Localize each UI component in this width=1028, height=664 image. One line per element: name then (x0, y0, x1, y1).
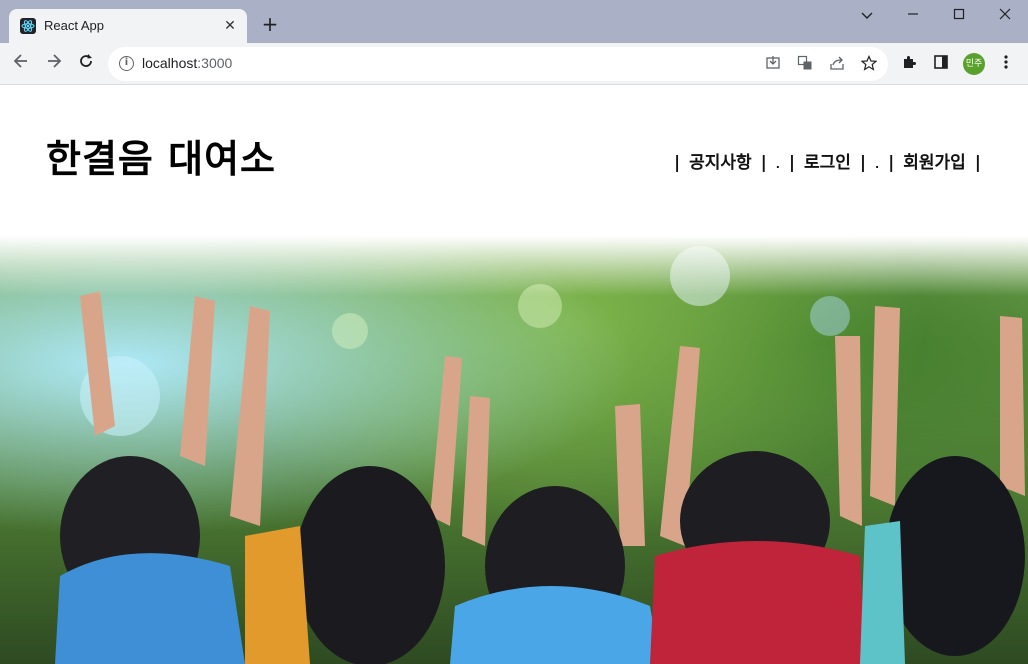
extensions-puzzle-icon[interactable] (899, 54, 919, 74)
top-nav: | 공지사항 | . | 로그인 | . | 회원가입 | (674, 148, 984, 173)
side-panel-icon[interactable] (931, 54, 951, 74)
minimize-icon[interactable] (901, 6, 925, 26)
address-bar[interactable]: i localhost:3000 (108, 47, 888, 81)
close-window-icon[interactable] (993, 6, 1017, 26)
profile-avatar[interactable]: 민주 (963, 53, 985, 75)
nav-signup-link[interactable]: 회원가입 (903, 153, 966, 173)
hero-top-fade (0, 236, 1028, 296)
nav-separator: | (788, 153, 796, 173)
site-title: 한결음 대여소 (46, 137, 276, 181)
translate-icon[interactable] (796, 55, 814, 73)
browser-tabbar: React App ✕ + (0, 0, 1028, 43)
url-text[interactable]: localhost:3000 (142, 55, 232, 71)
nav-separator: | (760, 153, 767, 173)
bookmark-star-icon[interactable] (860, 55, 878, 73)
url-port: :3000 (197, 55, 233, 71)
tab-title: React App (44, 18, 104, 33)
children-raising-hands-illustration (55, 246, 1025, 664)
hero-image (0, 236, 1028, 664)
reload-icon[interactable] (75, 53, 97, 75)
nav-login-link[interactable]: 로그인 (804, 153, 851, 173)
chevron-down-icon[interactable] (855, 6, 879, 26)
nav-separator: | (974, 153, 981, 173)
new-tab-button[interactable]: + (258, 13, 282, 37)
share-icon[interactable] (828, 55, 846, 73)
browser-tab[interactable]: React App ✕ (9, 9, 247, 43)
close-tab-icon[interactable]: ✕ (221, 17, 239, 35)
page-content: 한결음 대여소 | 공지사항 | . | 로그인 | . | 회원가입 | (0, 86, 1028, 664)
site-info-icon[interactable]: i (119, 56, 134, 71)
nav-separator: | (888, 153, 895, 173)
maximize-icon[interactable] (947, 6, 971, 26)
nav-dot: . (875, 158, 880, 171)
nav-separator: | (674, 153, 681, 173)
nav-notice-link[interactable]: 공지사항 (689, 153, 752, 173)
forward-icon[interactable] (43, 53, 65, 75)
more-menu-icon[interactable] (996, 54, 1016, 74)
install-app-icon[interactable] (764, 55, 782, 73)
react-logo-icon (20, 18, 36, 34)
nav-dot: . (775, 158, 780, 171)
back-icon[interactable] (10, 53, 32, 75)
nav-separator: | (859, 153, 867, 173)
browser-toolbar: i localhost:3000 민주 (0, 43, 1028, 85)
url-host: localhost (142, 55, 198, 71)
